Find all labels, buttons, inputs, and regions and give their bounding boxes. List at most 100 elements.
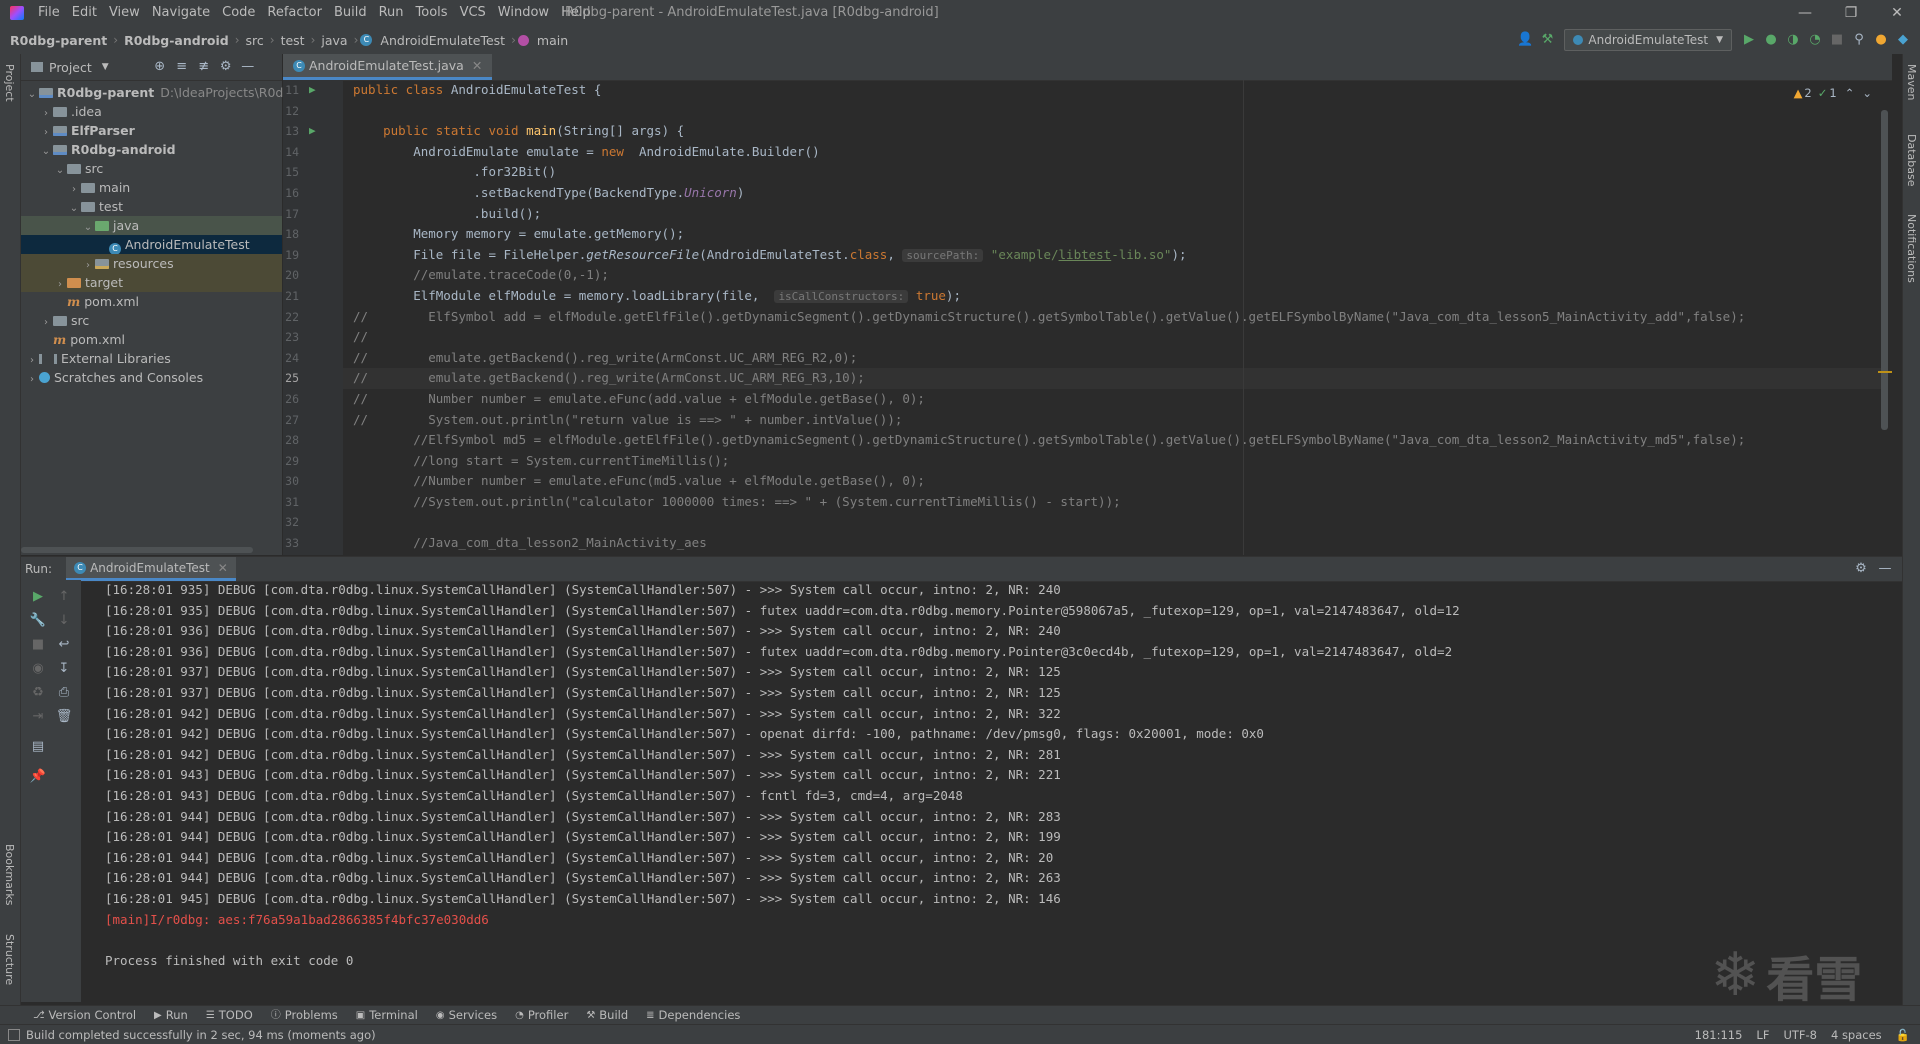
line-number[interactable]: 19 (283, 245, 343, 266)
console-line[interactable]: Process finished with exit code 0 (81, 951, 1902, 972)
line-number[interactable]: 30 (283, 471, 343, 492)
console-line[interactable]: [16:28:01 942] DEBUG [com.dta.r0dbg.linu… (81, 745, 1902, 766)
line-number[interactable]: 26 (283, 389, 343, 410)
console-line[interactable]: [16:28:01 935] DEBUG [com.dta.r0dbg.linu… (81, 580, 1902, 601)
tree-item[interactable]: ⌄ R0dbg-android (21, 140, 282, 159)
menu-window[interactable]: Window (492, 0, 555, 26)
run-config-select[interactable]: AndroidEmulateTest ▼ (1564, 29, 1732, 51)
code-line[interactable]: public static void main(String[] args) { (343, 121, 1883, 142)
hide-panel-icon[interactable]: — (237, 56, 259, 78)
arrow-up-icon[interactable]: ↑ (53, 586, 75, 608)
collapse-all-icon[interactable]: ≢ (193, 56, 215, 78)
tree-item[interactable]: m pom.xml (21, 292, 282, 311)
tree-item[interactable]: › main (21, 178, 282, 197)
line-number[interactable]: 16 (283, 183, 343, 204)
code-line[interactable]: File file = FileHelper.getResourceFile(A… (343, 245, 1883, 266)
editor-scrollbar[interactable] (1878, 80, 1892, 555)
hide-panel-icon[interactable]: — (1874, 558, 1896, 580)
breadcrumb-item[interactable]: R0dbg-parent (6, 33, 111, 48)
notifications-tool-button[interactable]: Notifications (1905, 214, 1918, 283)
console-line[interactable]: [16:28:01 942] DEBUG [com.dta.r0dbg.linu… (81, 724, 1902, 745)
tree-item[interactable]: › target (21, 273, 282, 292)
line-number[interactable]: 18 (283, 224, 343, 245)
tool-window-problems[interactable]: ⓘ Problems (262, 1006, 347, 1025)
line-number[interactable]: 23 (283, 327, 343, 348)
code-line[interactable]: .setBackendType(BackendType.Unicorn) (343, 183, 1883, 204)
bookmarks-tool-button[interactable]: Bookmarks (3, 844, 16, 905)
code-line[interactable]: // emulate.getBackend().reg_write(ArmCon… (343, 368, 1883, 389)
close-tab-icon[interactable]: ✕ (472, 58, 482, 73)
chevron-down-icon[interactable]: ▼ (102, 62, 109, 72)
breadcrumb-item[interactable]: R0dbg-android (120, 33, 233, 48)
code-line[interactable]: //Number number = emulate.eFunc(md5.valu… (343, 471, 1883, 492)
stop-icon[interactable]: ■ (27, 634, 49, 656)
console-line[interactable]: [16:28:01 945] DEBUG [com.dta.r0dbg.linu… (81, 889, 1902, 910)
tool-window-run[interactable]: ▶ Run (145, 1006, 197, 1025)
file-encoding[interactable]: UTF-8 (1783, 1028, 1817, 1042)
caret-position[interactable]: 181:115 (1695, 1028, 1743, 1042)
tool-window-terminal[interactable]: ▣ Terminal (347, 1006, 427, 1025)
warning-marker[interactable] (1878, 371, 1892, 373)
code-line[interactable]: Memory memory = emulate.getMemory(); (343, 224, 1883, 245)
scrollbar-thumb[interactable] (1881, 110, 1888, 430)
trash-icon[interactable]: 🗑 (53, 706, 75, 728)
line-number[interactable]: 14 (283, 142, 343, 163)
console-line[interactable]: [16:28:01 944] DEBUG [com.dta.r0dbg.linu… (81, 868, 1902, 889)
tree-item[interactable]: ⌄ src (21, 159, 282, 178)
menu-file[interactable]: File (32, 0, 66, 26)
code-line[interactable]: //System.out.println("calculator 1000000… (343, 492, 1883, 513)
breadcrumb-item[interactable]: java (317, 33, 351, 48)
tree-item[interactable]: ⌄ test (21, 197, 282, 216)
breadcrumb-item[interactable]: main (533, 33, 572, 48)
tree-item[interactable]: › .idea (21, 102, 282, 121)
line-number[interactable]: 12 (283, 101, 343, 122)
profile-icon[interactable]: ◔ (1804, 29, 1826, 51)
debug-icon[interactable]: ● (1760, 29, 1782, 51)
line-number[interactable]: 32 (283, 512, 343, 533)
code-line[interactable]: .build(); (343, 204, 1883, 225)
menu-vcs[interactable]: VCS (454, 0, 492, 26)
tool-window-dependencies[interactable]: ≣ Dependencies (637, 1006, 749, 1025)
console-line[interactable]: [16:28:01 937] DEBUG [com.dta.r0dbg.linu… (81, 662, 1902, 683)
line-number[interactable]: ▶ 11 (283, 80, 343, 101)
tool-window-services[interactable]: ◉ Services (427, 1006, 506, 1025)
console-line[interactable]: [16:28:01 937] DEBUG [com.dta.r0dbg.linu… (81, 683, 1902, 704)
wrench-icon[interactable]: 🔧 (27, 610, 49, 632)
code-line[interactable]: //emulate.traceCode(0,-1); (343, 265, 1883, 286)
run-tab[interactable]: C AndroidEmulateTest ✕ (66, 557, 236, 581)
layout-icon[interactable]: ▤ (27, 736, 49, 758)
expand-all-icon[interactable]: ≡ (171, 56, 193, 78)
plugin-icon[interactable]: ◆ (1892, 29, 1914, 51)
menu-view[interactable]: View (103, 0, 146, 26)
project-view-select[interactable]: Project (49, 60, 92, 75)
stop-icon[interactable]: ■ (1826, 29, 1848, 51)
line-number[interactable]: 22 (283, 307, 343, 328)
console-line[interactable]: [16:28:01 942] DEBUG [com.dta.r0dbg.linu… (81, 704, 1902, 725)
menu-edit[interactable]: Edit (66, 0, 103, 26)
gear-icon[interactable]: ⚙ (215, 56, 237, 78)
line-separator[interactable]: LF (1756, 1028, 1769, 1042)
database-tool-button[interactable]: Database (1905, 134, 1918, 187)
update-icon[interactable]: ● (1870, 29, 1892, 51)
run-icon[interactable]: ▶ (1738, 29, 1760, 51)
close-tab-icon[interactable]: ✕ (218, 561, 228, 575)
code-line[interactable]: //Java_com_dta_lesson2_MainActivity_aes (343, 533, 1883, 554)
menu-code[interactable]: Code (216, 0, 261, 26)
line-number[interactable]: 27 (283, 410, 343, 431)
line-number[interactable]: 21 (283, 286, 343, 307)
pin-icon[interactable]: 📌 (27, 766, 49, 788)
build-hammer-icon[interactable]: ⚒ (1536, 29, 1558, 51)
camera-icon[interactable]: ◉ (27, 658, 49, 680)
structure-tool-button[interactable]: Structure (3, 934, 16, 985)
horizontal-scrollbar[interactable] (21, 547, 253, 553)
locate-icon[interactable]: ⊕ (149, 56, 171, 78)
project-tool-button[interactable]: Project (3, 64, 16, 102)
indent-setting[interactable]: 4 spaces (1831, 1028, 1882, 1042)
console-line[interactable]: [16:28:01 944] DEBUG [com.dta.r0dbg.linu… (81, 848, 1902, 869)
code-line[interactable]: // ElfSymbol add = elfModule.getElfFile(… (343, 307, 1883, 328)
code-line[interactable]: // System.out.println("return value is =… (343, 410, 1883, 431)
exit-icon[interactable]: ⇥ (27, 706, 49, 728)
tree-item[interactable]: › src (21, 311, 282, 330)
code-line[interactable]: ElfModule elfModule = memory.loadLibrary… (343, 286, 1883, 307)
console-line[interactable]: [16:28:01 944] DEBUG [com.dta.r0dbg.linu… (81, 807, 1902, 828)
